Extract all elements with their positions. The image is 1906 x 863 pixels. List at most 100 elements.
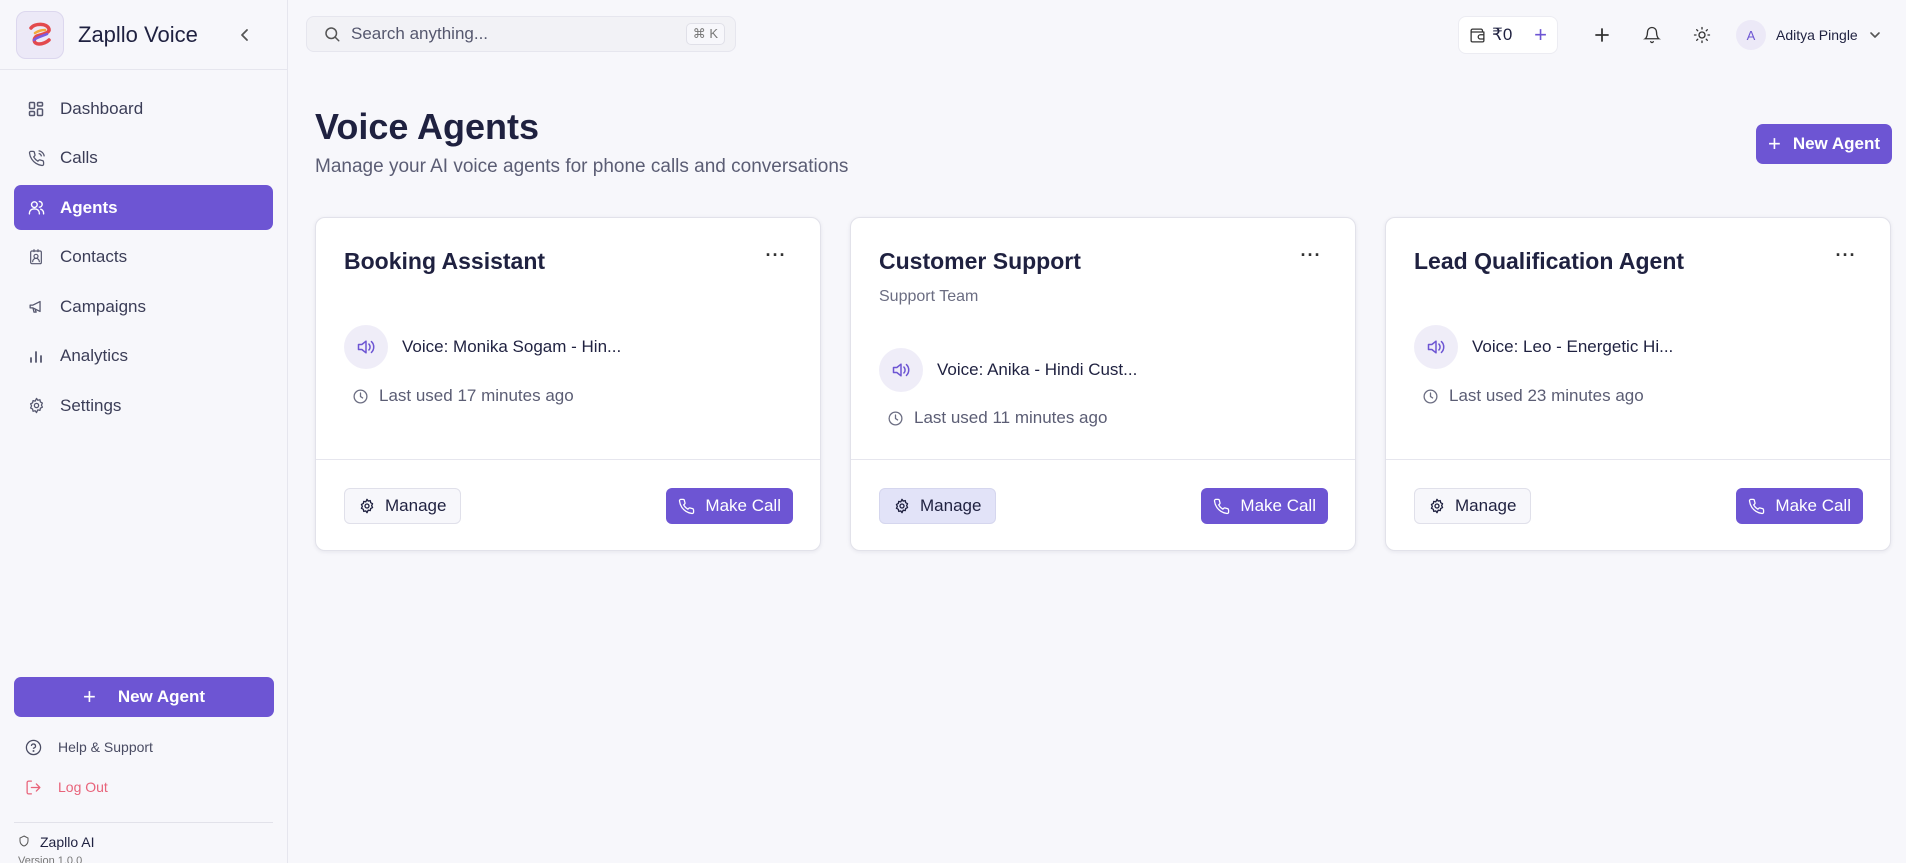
logout-label: Log Out (58, 779, 108, 795)
topbar: ⌘ K ₹0 + A Aditya Pingle (288, 0, 1906, 70)
more-options-icon[interactable]: ··· (1297, 244, 1325, 266)
sidebar: Zapllo Voice Dashboard Calls Agents Cont… (0, 0, 288, 863)
wallet-amount: ₹0 (1492, 25, 1513, 44)
gear-icon (359, 498, 375, 514)
last-used-text: Last used 11 minutes ago (914, 408, 1108, 427)
manage-label: Manage (385, 496, 447, 515)
phone-icon (1748, 498, 1765, 515)
users-icon (26, 198, 46, 218)
create-plus-button[interactable] (1585, 18, 1619, 52)
sidebar-item-campaigns[interactable]: Campaigns (14, 284, 273, 329)
sidebar-item-label: Calls (60, 148, 98, 167)
shield-icon (18, 834, 30, 850)
bar-chart-icon (26, 346, 46, 366)
last-used: Last used 17 minutes ago (352, 386, 574, 406)
sidebar-item-agents[interactable]: Agents (14, 185, 273, 230)
gear-icon (1429, 498, 1445, 514)
sidebar-item-label: Contacts (60, 247, 128, 266)
phone-icon (678, 498, 695, 515)
sidebar-item-label: Settings (60, 395, 122, 415)
gear-icon (26, 396, 46, 416)
manage-button[interactable]: Manage (344, 488, 462, 524)
more-options-icon[interactable]: ··· (1832, 244, 1860, 266)
speaker-icon (344, 325, 388, 369)
sidebar-item-label: Analytics (60, 346, 129, 365)
agent-card: Booking Assistant ··· Voice: Monika Soga… (315, 217, 821, 551)
user-name: Aditya Pingle (1776, 27, 1858, 43)
speaker-icon (879, 348, 923, 392)
agent-team: Support Team (879, 288, 979, 305)
agent-card: Customer Support ··· Support Team Voice:… (850, 217, 1356, 551)
make-call-label: Make Call (1240, 496, 1316, 515)
make-call-button[interactable]: Make Call (666, 488, 793, 524)
theme-toggle-button[interactable] (1685, 18, 1719, 52)
logout-link[interactable]: Log Out (24, 778, 108, 796)
clock-icon (887, 410, 904, 427)
sidebar-nav: Dashboard Calls Agents Contacts Campaign… (0, 70, 287, 428)
agent-voice: Voice: Monika Sogam - Hin... (344, 325, 621, 369)
agent-name: Booking Assistant (344, 248, 546, 274)
brand-header: Zapllo Voice (0, 0, 287, 70)
brand-name: Zapllo Voice (78, 21, 198, 47)
voice-label: Voice: Leo - Energetic Hi... (1472, 337, 1674, 356)
last-used: Last used 11 minutes ago (887, 408, 1107, 428)
sun-icon (1693, 26, 1711, 44)
search-box[interactable]: ⌘ K (306, 16, 736, 52)
sidebar-item-settings[interactable]: Settings (14, 383, 273, 428)
search-shortcut: ⌘ K (685, 23, 725, 45)
sidebar-new-agent-button[interactable]: + New Agent (14, 677, 274, 717)
version-text: Version 1.0.0 (18, 855, 83, 863)
make-call-button[interactable]: Make Call (1201, 488, 1328, 524)
phone-icon (26, 148, 46, 168)
contact-card-icon (26, 247, 46, 267)
chevron-down-icon (1868, 28, 1882, 42)
sidebar-item-dashboard[interactable]: Dashboard (14, 86, 273, 131)
page-title: Voice Agents (315, 106, 540, 147)
sidebar-item-label: Agents (60, 197, 118, 217)
search-icon (323, 25, 341, 43)
sidebar-item-contacts[interactable]: Contacts (14, 235, 273, 280)
agent-cards: Booking Assistant ··· Voice: Monika Soga… (315, 217, 1891, 551)
more-options-icon[interactable]: ··· (762, 244, 790, 266)
manage-button[interactable]: Manage (879, 488, 997, 524)
agent-name: Customer Support (879, 248, 1081, 274)
clock-icon (1422, 388, 1439, 405)
footer-brand-name: Zapllo AI (40, 834, 95, 850)
speaker-icon (1414, 325, 1458, 369)
agent-card: Lead Qualification Agent ··· Voice: Leo … (1385, 217, 1891, 551)
new-agent-label: New Agent (1792, 134, 1881, 153)
wallet-balance[interactable]: ₹0 + (1458, 16, 1558, 54)
wallet-icon (1469, 27, 1486, 44)
page-subtitle: Manage your AI voice agents for phone ca… (315, 156, 849, 177)
notifications-button[interactable] (1635, 18, 1669, 52)
bell-icon (1643, 26, 1661, 44)
help-support-link[interactable]: Help & Support (24, 738, 153, 756)
sidebar-item-calls[interactable]: Calls (14, 136, 273, 181)
main-content: Voice Agents Manage your AI voice agents… (288, 70, 1906, 863)
zapllo-logo (16, 10, 64, 59)
megaphone-icon (26, 297, 46, 317)
plus-icon: + (82, 684, 96, 709)
voice-label: Voice: Monika Sogam - Hin... (402, 337, 622, 356)
add-funds-icon[interactable]: + (1534, 22, 1547, 48)
make-call-button[interactable]: Make Call (1736, 488, 1863, 524)
card-divider (316, 459, 820, 460)
grid-icon (26, 99, 46, 119)
user-menu[interactable]: A Aditya Pingle (1736, 16, 1896, 54)
make-call-label: Make Call (705, 496, 781, 515)
last-used-text: Last used 23 minutes ago (1449, 386, 1644, 405)
manage-label: Manage (920, 496, 982, 515)
help-circle-icon (24, 738, 42, 756)
make-call-label: Make Call (1775, 496, 1851, 515)
collapse-sidebar-icon[interactable] (233, 23, 257, 47)
manage-button[interactable]: Manage (1414, 488, 1532, 524)
gear-icon (894, 498, 910, 514)
last-used-text: Last used 17 minutes ago (379, 386, 574, 405)
plus-icon: + (1767, 131, 1781, 156)
sidebar-item-analytics[interactable]: Analytics (14, 334, 273, 379)
new-agent-button[interactable]: + New Agent (1756, 124, 1892, 164)
card-divider (1386, 459, 1890, 460)
search-input[interactable] (351, 24, 686, 44)
agent-voice: Voice: Anika - Hindi Cust... (879, 348, 1137, 392)
avatar: A (1736, 20, 1766, 50)
